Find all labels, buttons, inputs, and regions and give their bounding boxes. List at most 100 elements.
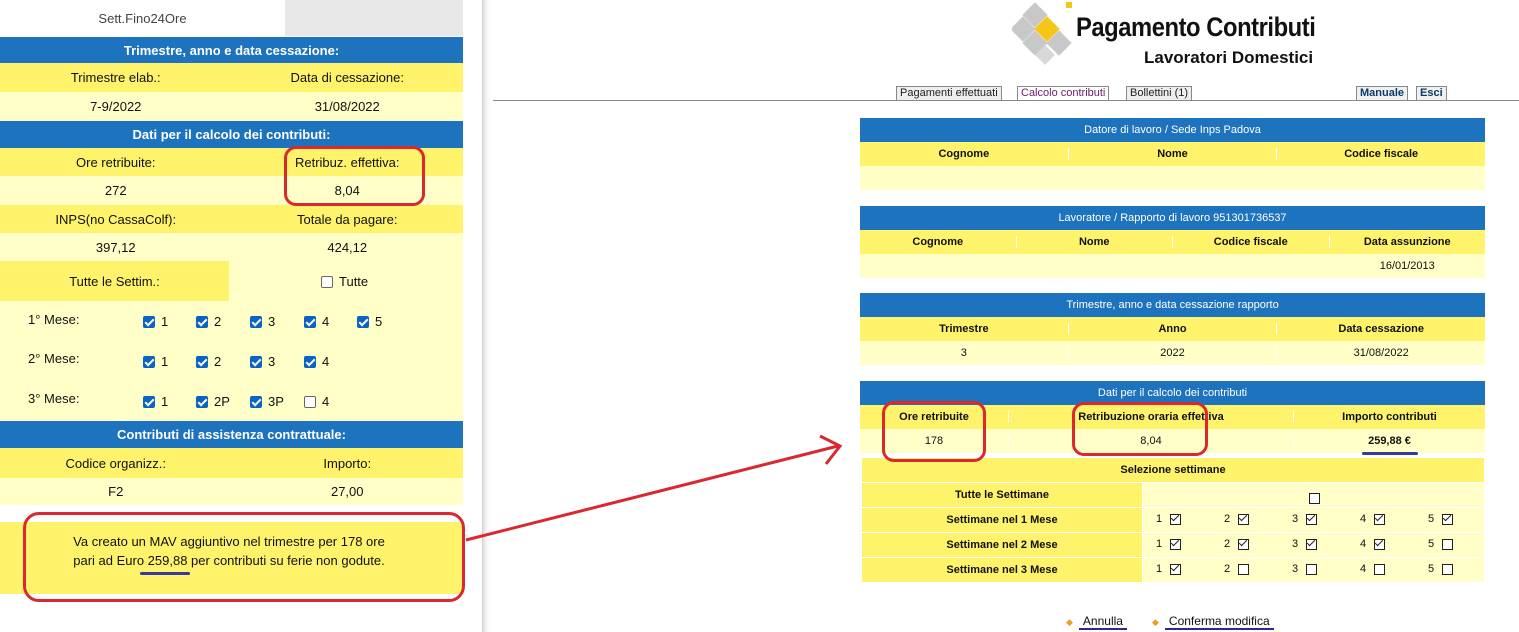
tab-separator-line <box>493 100 1519 101</box>
trimestre-value-data: 31/08/2022 <box>1353 347 1409 359</box>
mese2-label: 2° Mese: <box>28 351 80 366</box>
week-checkbox-item[interactable]: 5 <box>1428 513 1454 525</box>
mese2-week-1-checkbox[interactable]: 1 <box>143 354 168 369</box>
datore-col-cognome: Cognome <box>860 148 1069 160</box>
codice-value: F2 <box>108 484 124 499</box>
datore-header-row: Cognome Nome Codice fiscale <box>860 142 1485 166</box>
inps-label: INPS(no CassaColf): <box>55 211 177 227</box>
checkbox-icon <box>143 315 155 328</box>
week-number: 1 <box>1156 563 1163 575</box>
mese2-week-3-checkbox[interactable]: 3 <box>250 354 275 369</box>
lavoratore-col-nome: Nome <box>1017 236 1173 248</box>
week-label: 2P <box>214 394 230 409</box>
mese3-week-2-checkbox[interactable]: 2P <box>196 394 230 409</box>
logo-graphic <box>1010 2 1074 75</box>
week-checkbox-item[interactable]: 3 <box>1292 513 1318 525</box>
week-checkbox-item[interactable]: 4 <box>1360 538 1386 550</box>
week-number: 2 <box>1224 563 1231 575</box>
lavoratore-value-row: 16/01/2013 <box>860 254 1485 278</box>
checkbox-icon <box>1374 513 1386 525</box>
tab-calcolo-contributi[interactable]: Calcolo contributi <box>1017 86 1110 100</box>
underline-importo <box>1362 452 1418 455</box>
trimestre-table: Trimestre, anno e data cessazione rappor… <box>860 293 1485 365</box>
week-label: 4 <box>322 394 330 409</box>
lavoratore-data-value: 16/01/2013 <box>1379 260 1435 272</box>
mese1-label: 1° Mese: <box>28 312 80 327</box>
manuale-link[interactable]: Manuale <box>1356 86 1409 100</box>
mese1-week-1-checkbox[interactable]: 1 <box>143 314 168 329</box>
importo-value: 27,00 <box>330 484 364 499</box>
mese-row-label: Settimane nel 3 Mese <box>862 558 1142 582</box>
ore-value: 272 <box>104 183 127 198</box>
lavoratore-col-cf: Codice fiscale <box>1173 236 1330 248</box>
trimestre-labels-row: Trimestre elab.: Data di cessazione: <box>0 63 463 92</box>
week-label: 1 <box>161 354 169 369</box>
mese1-week-5-checkbox[interactable]: 5 <box>357 314 382 329</box>
mese3-week-1-checkbox[interactable]: 1 <box>143 394 168 409</box>
checkbox-icon <box>304 395 316 408</box>
mese-row-weeks: 1 2 3 4 5 <box>1143 508 1484 532</box>
mese3-week-3-checkbox[interactable]: 3P <box>250 394 284 409</box>
cessazione-value: 31/08/2022 <box>314 99 380 114</box>
assistenza-labels-row: Codice organizz.: Importo: <box>0 448 463 478</box>
diamond-icon: ◆ <box>1066 616 1073 627</box>
mese1-week-4-checkbox[interactable]: 4 <box>304 314 329 329</box>
week-checkbox-item[interactable]: 4 <box>1360 513 1386 525</box>
checkbox-icon <box>143 395 155 408</box>
calcolo-importo-value: 259,88 € <box>1368 435 1411 447</box>
calcolo-col-importo: Importo contributi <box>1342 411 1437 423</box>
tutte-settimane-cell <box>1143 483 1484 507</box>
mese3-week-4-checkbox[interactable]: 4 <box>304 394 329 409</box>
totale-value: 424,12 <box>327 239 368 255</box>
week-checkbox-item[interactable]: 3 <box>1292 538 1318 550</box>
checkbox-icon <box>1306 513 1318 525</box>
checkbox-icon <box>304 355 316 368</box>
mese-row-weeks: 1 2 3 4 5 <box>1143 533 1484 557</box>
section-title-assistenza: Contributi di assistenza contrattuale: <box>0 421 463 448</box>
week-checkbox-item[interactable]: 1 <box>1156 538 1182 550</box>
checkbox-icon <box>1306 563 1318 575</box>
week-number: 4 <box>1360 563 1367 575</box>
logo-title: Pagamento Contributi <box>1076 12 1316 42</box>
week-checkbox-item[interactable]: 2 <box>1224 538 1250 550</box>
week-checkbox-item[interactable]: 2 <box>1224 563 1250 575</box>
week-checkbox-item[interactable]: 1 <box>1156 513 1182 525</box>
esci-link[interactable]: Esci <box>1416 86 1447 100</box>
assistenza-values-row: F2 27,00 <box>0 478 463 505</box>
lavoratore-title: Lavoratore / Rapporto di lavoro 95130173… <box>860 206 1485 230</box>
checkbox-icon <box>1374 563 1386 575</box>
conferma-link[interactable]: ◆ Conferma modifica <box>1152 614 1274 630</box>
mese1-week-3-checkbox[interactable]: 3 <box>250 314 275 329</box>
annulla-link[interactable]: ◆ Annulla <box>1066 614 1127 630</box>
trimestre-header-row: Trimestre Anno Data cessazione <box>860 317 1485 341</box>
checkbox-icon <box>1442 563 1454 575</box>
tab-bollettini[interactable]: Bollettini (1) <box>1126 86 1193 100</box>
trimestre-values-row: 7-9/2022 31/08/2022 <box>0 92 463 121</box>
week-checkbox-item[interactable]: 1 <box>1156 563 1182 575</box>
week-number: 3 <box>1292 563 1299 575</box>
week-checkbox-item[interactable]: 4 <box>1360 563 1386 575</box>
tutte-settimane-checkbox[interactable] <box>1309 493 1320 505</box>
mese-row-label: Settimane nel 2 Mese <box>862 533 1142 557</box>
checkbox-icon <box>250 395 262 408</box>
checkbox-icon <box>357 315 369 328</box>
checkbox-icon <box>1442 513 1454 525</box>
trimestre-value-row: 3 2022 31/08/2022 <box>860 341 1485 365</box>
checkbox-icon <box>321 275 333 288</box>
week-checkbox-item[interactable]: 5 <box>1428 563 1454 575</box>
week-checkbox-item[interactable]: 5 <box>1428 538 1454 550</box>
datore-col-nome: Nome <box>1069 148 1278 160</box>
mese1-week-2-checkbox[interactable]: 2 <box>196 314 221 329</box>
tutte-settim-label: Tutte le Settim.: <box>0 261 229 301</box>
week-number: 5 <box>1428 563 1435 575</box>
week-checkbox-item[interactable]: 2 <box>1224 513 1250 525</box>
checkbox-icon <box>196 315 208 328</box>
tutte-checkbox[interactable]: Tutte <box>321 274 368 289</box>
mese2-week-2-checkbox[interactable]: 2 <box>196 354 221 369</box>
checkbox-icon <box>143 355 155 368</box>
tab-pagamenti-effettuati[interactable]: Pagamenti effettuati <box>896 86 1002 100</box>
mese2-week-4-checkbox[interactable]: 4 <box>304 354 329 369</box>
week-checkbox-item[interactable]: 3 <box>1292 563 1318 575</box>
grey-cell <box>285 0 463 36</box>
checkbox-icon <box>1238 538 1250 550</box>
